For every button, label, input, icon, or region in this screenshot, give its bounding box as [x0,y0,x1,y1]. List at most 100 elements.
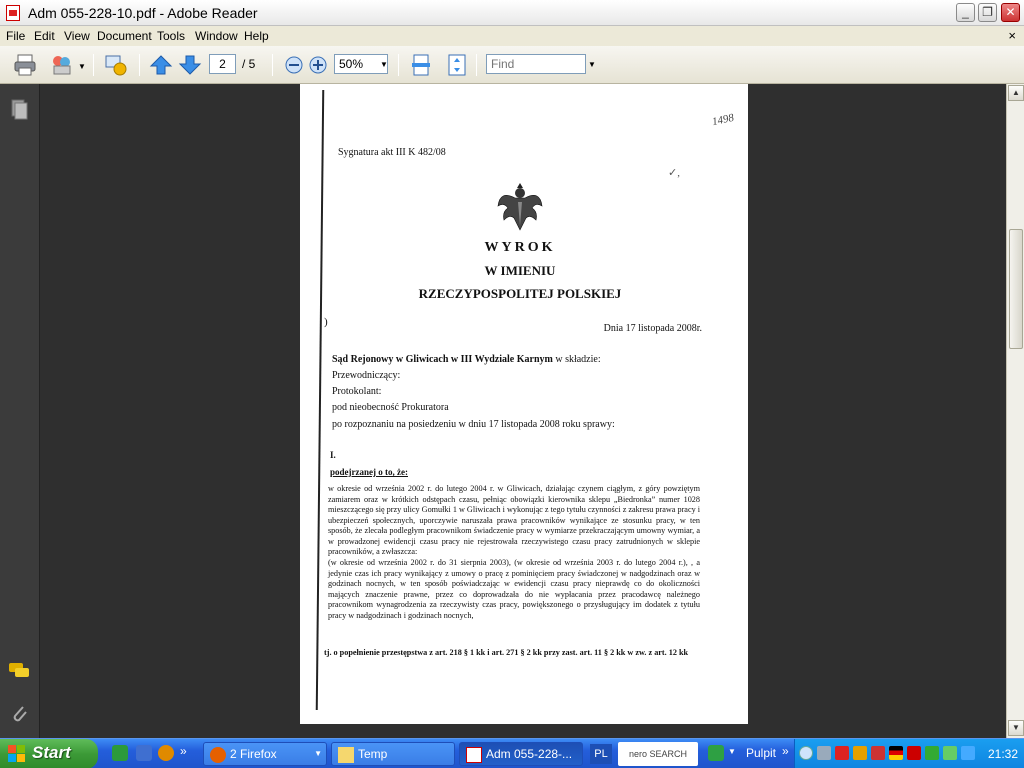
menu-view[interactable]: View [64,29,90,43]
previous-page-icon[interactable] [149,53,173,77]
court-name: Sąd Rejonowy w Gliwicach w III Wydziale … [332,354,553,365]
pdf-icon [466,747,482,763]
taskbar: Start » 2 Firefox ▼ Temp Adm 055-228-...… [0,738,1024,768]
toolbar-separator [139,54,140,76]
navigation-panel [0,84,40,738]
tray-flag-icon[interactable] [889,746,903,760]
menu-document[interactable]: Document [97,29,152,43]
judgment-date: Dnia 17 listopada 2008r. [603,323,702,334]
menu-tools[interactable]: Tools [157,29,185,43]
print-icon[interactable] [13,53,37,77]
toolbar-separator [398,54,399,76]
tray-antivirus-icon[interactable] [907,746,921,760]
vertical-scrollbar[interactable]: ▲ ▼ [1006,84,1024,738]
document-view[interactable]: 1498 Sygnatura akt III K 482/08 ✓, WYROK… [40,84,1006,738]
tray-collapse-icon[interactable] [799,746,813,760]
judgment-subtitle: W IMIENIU [484,263,556,278]
menu-file[interactable]: File [6,29,25,43]
pdf-page: 1498 Sygnatura akt III K 482/08 ✓, WYROK… [300,84,748,724]
tray-settings-icon[interactable] [835,746,849,760]
task-adobe-reader[interactable]: Adm 055-228-... [459,742,583,766]
tray-update-icon[interactable] [943,746,957,760]
task-temp-folder[interactable]: Temp [331,742,455,766]
handwritten-note: 1498 [710,111,736,129]
scroll-up-button[interactable]: ▲ [1008,85,1024,101]
desktop-dropdown-icon[interactable]: ▼ [728,747,736,756]
desktop-label[interactable]: Pulpit [746,746,776,760]
share-dropdown-icon[interactable]: ▼ [78,62,86,71]
folder-icon [338,747,354,763]
close-document-button[interactable]: × [1008,28,1016,43]
judgment-republic: RZECZYPOSPOLITEJ POLSKIEJ [418,286,622,301]
quicklaunch-browser-icon[interactable] [158,745,174,761]
task-label: 2 Firefox [230,747,277,761]
next-page-icon[interactable] [178,53,202,77]
margin-mark: ✓, [668,167,680,179]
toolbar-separator [476,54,477,76]
page-total: / 5 [242,57,256,71]
menu-window[interactable]: Window [195,29,238,43]
clock: 21:32 [987,747,1018,761]
language-indicator[interactable]: PL [590,744,612,764]
clerk-line: Protokolant: [332,386,382,397]
tray-reader-icon[interactable] [871,746,885,760]
find-dropdown-icon[interactable]: ▼ [588,60,596,69]
title-bar: Adm 055-228-10.pdf - Adobe Reader _ ❐ ✕ [0,0,1024,26]
desktop-toolbar-icon[interactable] [708,745,724,761]
court-composition: w składzie: [552,354,601,365]
share-icon[interactable] [50,53,74,77]
scroll-down-button[interactable]: ▼ [1008,720,1024,736]
scroll-thumb[interactable] [1009,229,1023,349]
start-button[interactable]: Start [0,739,98,768]
zoom-in-icon[interactable] [306,53,330,77]
fit-width-icon[interactable] [409,53,433,77]
comments-icon[interactable] [8,660,30,682]
court-line: Sąd Rejonowy w Gliwicach w III Wydziale … [332,354,601,365]
quicklaunch-app-icon[interactable] [112,745,128,761]
find-input[interactable] [486,54,586,74]
task-label: Temp [358,747,388,761]
page-number-input[interactable] [209,54,236,74]
tray-messenger-icon[interactable] [961,746,975,760]
menu-edit[interactable]: Edit [34,29,55,43]
toolbar-separator [272,54,273,76]
window-title: Adm 055-228-10.pdf - Adobe Reader [28,5,258,21]
toolbar: ▼ / 5 50% ▼ ▼ [0,46,1024,84]
accused-heading: podejrzanej o to, że: [330,467,408,477]
polish-eagle-emblem [497,183,543,231]
menu-help[interactable]: Help [244,29,269,43]
scan-bracket: ) [324,316,328,328]
task-group-arrow-icon: ▼ [314,749,322,758]
fit-page-icon[interactable] [445,53,469,77]
attachments-icon[interactable] [8,702,30,724]
minimize-button[interactable]: _ [956,3,975,22]
zoom-dropdown-icon[interactable]: ▼ [380,60,388,69]
windows-flag-icon [8,745,25,762]
toolbar-more-icon[interactable]: » [782,744,789,758]
section-number: I. [330,450,336,460]
pdf-app-icon [6,5,20,21]
restore-button[interactable]: ❐ [978,3,997,22]
case-signature: Sygnatura akt III K 482/08 [338,147,446,158]
prosecutor-line: pod nieobecność Prokuratora [332,402,449,413]
chairman-line: Przewodniczący: [332,370,401,381]
task-firefox[interactable]: 2 Firefox ▼ [203,742,327,766]
tray-security-icon[interactable] [925,746,939,760]
charge-description: w okresie od września 2002 r. do lutego … [328,484,700,556]
zoom-out-icon[interactable] [282,53,306,77]
firefox-icon [210,747,226,763]
pages-icon[interactable] [8,98,30,120]
close-button[interactable]: ✕ [1001,3,1020,22]
hearing-line: po rozpoznaniu na posiedzeniu w dniu 17 … [332,419,615,430]
quicklaunch-more-icon[interactable]: » [180,744,187,758]
collaborate-icon[interactable] [104,53,128,77]
start-label: Start [32,743,71,762]
quicklaunch-editor-icon[interactable] [136,745,152,761]
charge-details: (w okresie od września 2002 r. do 31 sie… [328,558,700,620]
tray-alert-icon[interactable] [853,746,867,760]
judgment-title: WYROK [484,240,556,255]
system-tray: 21:32 [794,739,1024,768]
tray-network-icon[interactable] [817,746,831,760]
menu-bar: File Edit View Document Tools Window Hel… [0,26,1024,46]
nero-search-box[interactable]: nero SEARCH [618,742,698,766]
